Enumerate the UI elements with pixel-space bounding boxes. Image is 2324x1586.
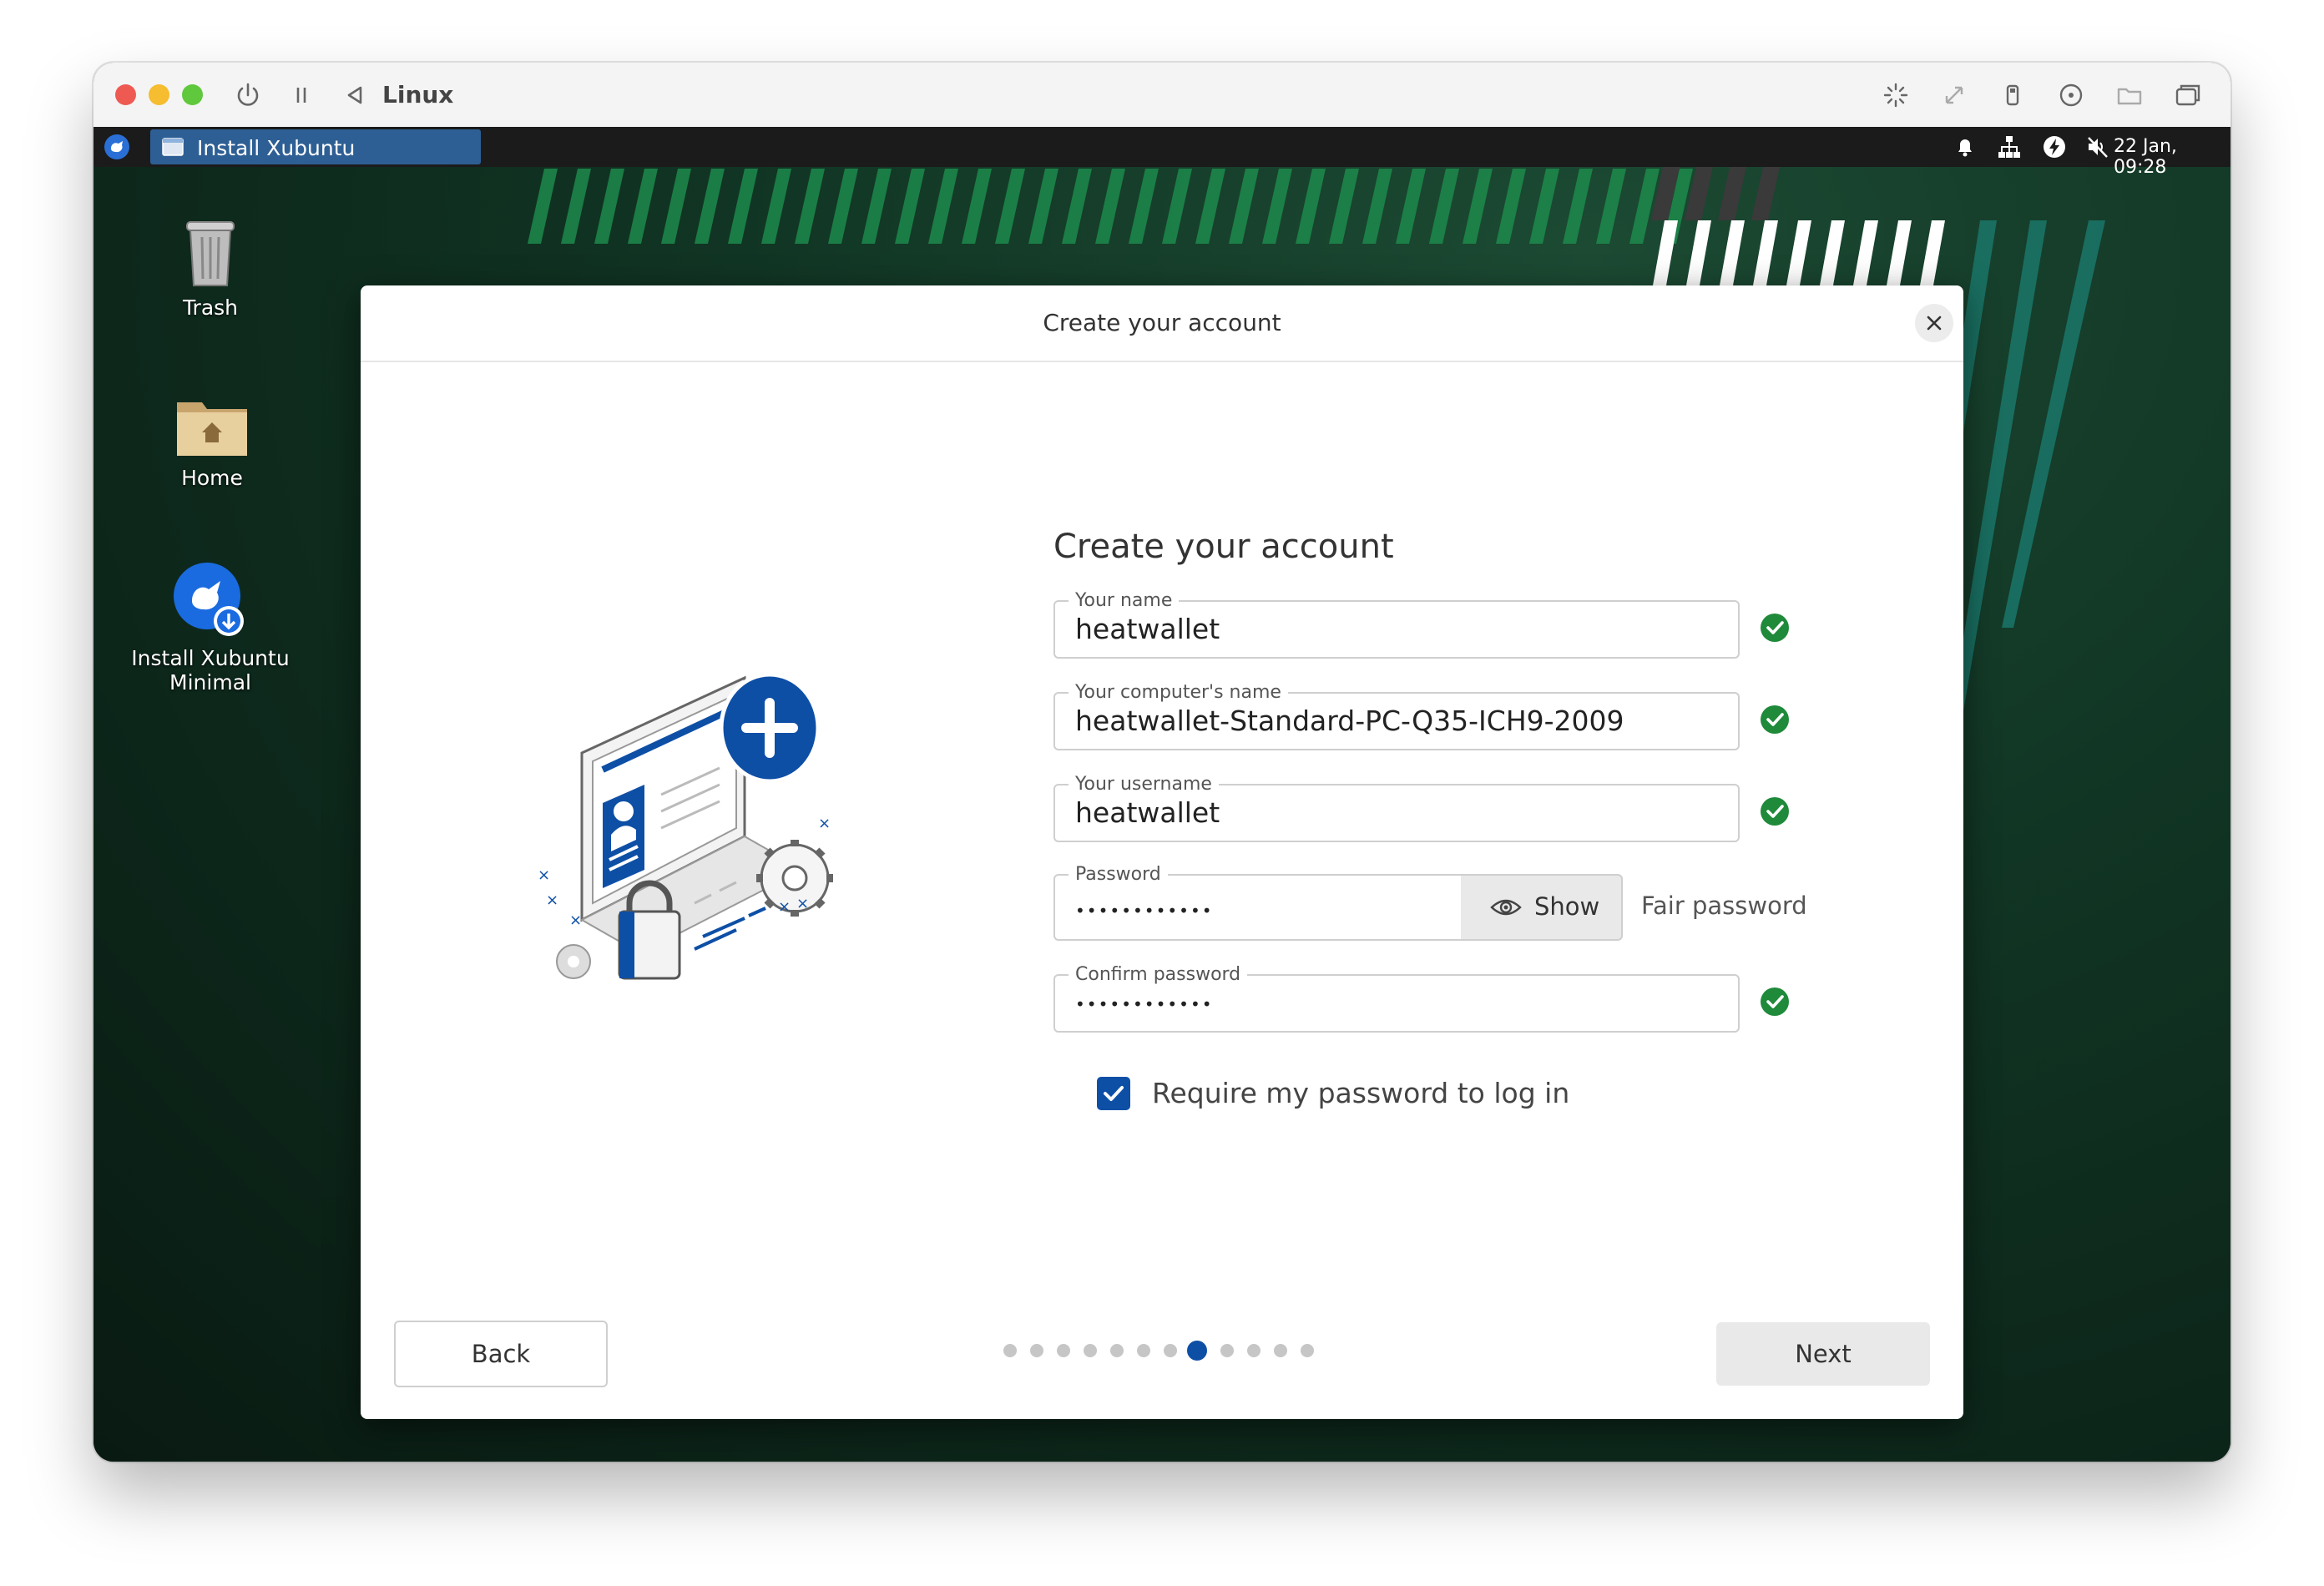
svg-text:×: × bbox=[538, 866, 550, 884]
computer-name-value[interactable]: heatwallet-Standard-PC-Q35-ICH9-2009 bbox=[1075, 705, 1624, 737]
back-button[interactable]: Back bbox=[394, 1321, 608, 1387]
disc-icon[interactable] bbox=[2055, 79, 2087, 111]
usb-icon[interactable] bbox=[1997, 79, 2028, 111]
vm-title: Linux bbox=[382, 81, 454, 109]
step-dot bbox=[1220, 1344, 1234, 1357]
confirm-password-label: Confirm password bbox=[1069, 964, 1248, 986]
vm-titlebar: Linux bbox=[93, 63, 2231, 128]
next-button[interactable]: Next bbox=[1716, 1322, 1930, 1386]
svg-text:×: × bbox=[569, 912, 582, 929]
eye-icon bbox=[1490, 899, 1522, 916]
page-heading: Create your account bbox=[1053, 528, 1394, 566]
xubuntu-installer-icon bbox=[174, 563, 244, 636]
account-illustration: × × × × × × bbox=[538, 672, 833, 980]
confirm-password-field[interactable]: Confirm password •••••••••••• bbox=[1053, 964, 1740, 1033]
valid-check-icon bbox=[1761, 797, 1789, 826]
password-value[interactable]: •••••••••••• bbox=[1075, 901, 1214, 921]
checkmark-icon bbox=[1104, 1086, 1124, 1101]
trash-icon bbox=[186, 221, 235, 286]
step-dot bbox=[1137, 1344, 1150, 1357]
computer-name-field[interactable]: Your computer's name heatwallet-Standard… bbox=[1053, 682, 1740, 750]
desktop-icon-label: Trash bbox=[182, 295, 239, 320]
step-dot bbox=[1110, 1344, 1124, 1357]
dialog-header: Create your account bbox=[361, 285, 1963, 362]
notification-bell-icon[interactable] bbox=[1953, 135, 1977, 159]
your-name-field[interactable]: Your name heatwallet bbox=[1053, 590, 1740, 659]
step-dot bbox=[1003, 1344, 1017, 1357]
computer-name-label: Your computer's name bbox=[1069, 682, 1288, 704]
your-name-value[interactable]: heatwallet bbox=[1075, 614, 1220, 645]
step-dot bbox=[1301, 1344, 1314, 1357]
step-dot bbox=[1247, 1344, 1261, 1357]
resize-icon[interactable] bbox=[1938, 79, 1970, 111]
svg-text:×: × bbox=[796, 895, 809, 912]
task-install-xubuntu[interactable]: Install Xubuntu bbox=[150, 129, 481, 164]
desktop-icon-label: Install Xubuntu bbox=[131, 646, 290, 670]
password-strength: Fair password bbox=[1641, 891, 1807, 920]
require-password-label[interactable]: Require my password to log in bbox=[1152, 1077, 1569, 1109]
volume-muted-icon[interactable] bbox=[2085, 134, 2110, 159]
show-label: Show bbox=[1534, 892, 1600, 921]
pause-icon[interactable] bbox=[285, 79, 317, 111]
close-icon bbox=[1927, 316, 1942, 331]
network-icon[interactable] bbox=[1997, 134, 2022, 159]
svg-text:×: × bbox=[818, 815, 831, 832]
step-dot bbox=[1057, 1344, 1070, 1357]
svg-text:×: × bbox=[546, 891, 558, 909]
step-dot-current bbox=[1187, 1341, 1207, 1361]
xfce-panel: Install Xubuntu 22 Jan, 09:28 bbox=[93, 127, 2231, 178]
your-name-label: Your name bbox=[1069, 590, 1180, 612]
desktop: Install Xubuntu 22 Jan, 09:28 Trash Home… bbox=[93, 127, 2231, 1462]
valid-check-icon bbox=[1761, 705, 1789, 734]
close-window-button[interactable] bbox=[115, 84, 136, 105]
valid-check-icon bbox=[1761, 614, 1789, 642]
home-folder-icon bbox=[177, 402, 247, 456]
spinner-icon[interactable] bbox=[1880, 79, 1912, 111]
valid-check-icon bbox=[1761, 987, 1789, 1016]
power-icon[interactable] bbox=[232, 79, 264, 111]
window-stack-icon[interactable] bbox=[2172, 79, 2204, 111]
minimize-window-button[interactable] bbox=[149, 84, 169, 105]
desktop-icon-home[interactable]: Home bbox=[120, 391, 304, 490]
dialog-close-button[interactable] bbox=[1915, 304, 1953, 342]
svg-text:×: × bbox=[778, 898, 791, 916]
desktop-icon-install-xubuntu[interactable]: Install Xubuntu Minimal bbox=[119, 561, 302, 695]
username-label: Your username bbox=[1069, 774, 1219, 796]
shared-folder-icon[interactable] bbox=[2114, 79, 2145, 111]
desktop-icon-label: Home bbox=[181, 466, 243, 490]
desktop-icon-label: Minimal bbox=[169, 670, 251, 695]
step-dot bbox=[1274, 1344, 1287, 1357]
dialog-title: Create your account bbox=[1043, 309, 1281, 336]
password-label: Password bbox=[1069, 864, 1168, 886]
task-label: Install Xubuntu bbox=[197, 136, 356, 160]
password-field[interactable]: Password •••••••••••• bbox=[1053, 864, 1464, 941]
username-field[interactable]: Your username heatwallet bbox=[1053, 774, 1740, 842]
step-dot bbox=[1030, 1344, 1043, 1357]
power-manager-icon[interactable] bbox=[2042, 134, 2067, 159]
zoom-window-button[interactable] bbox=[182, 84, 203, 105]
back-triangle-icon[interactable] bbox=[339, 79, 371, 111]
installer-dialog: Create your account × × × × × × Create y… bbox=[361, 285, 1963, 1419]
step-dot bbox=[1164, 1344, 1177, 1357]
window-icon bbox=[162, 138, 184, 156]
confirm-password-value[interactable]: •••••••••••• bbox=[1075, 994, 1214, 1014]
desktop-icon-trash[interactable]: Trash bbox=[119, 210, 302, 320]
show-password-button[interactable]: Show bbox=[1461, 874, 1623, 941]
step-dot bbox=[1084, 1344, 1097, 1357]
vm-window: Linux Install Xubuntu 22 Jan, 09:28 Tras… bbox=[93, 63, 2231, 1462]
whisker-menu-icon[interactable] bbox=[104, 134, 130, 160]
require-password-checkbox[interactable] bbox=[1097, 1077, 1130, 1110]
username-value[interactable]: heatwallet bbox=[1075, 797, 1220, 829]
panel-clock[interactable]: 22 Jan, 09:28 bbox=[2114, 136, 2231, 178]
